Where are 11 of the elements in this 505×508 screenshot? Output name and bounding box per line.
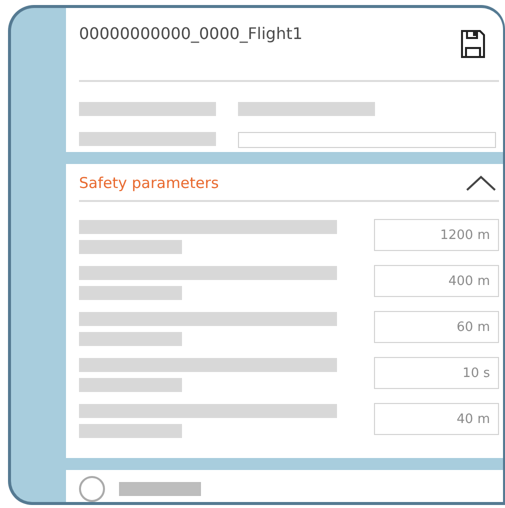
value-field[interactable]: 400 m [374, 265, 499, 297]
value-field[interactable]: 40 m [374, 403, 499, 435]
save-icon[interactable] [460, 29, 486, 59]
radio-button[interactable] [79, 476, 105, 502]
file-title: 00000000000_0000_Flight1 [79, 24, 303, 43]
collapse-button[interactable] [465, 175, 497, 191]
value-field[interactable]: 1200 m [374, 219, 499, 251]
section-title: Safety parameters [79, 174, 219, 192]
value-field[interactable]: 10 s [374, 357, 499, 389]
input-field[interactable] [238, 132, 496, 148]
value-field[interactable]: 60 m [374, 311, 499, 343]
